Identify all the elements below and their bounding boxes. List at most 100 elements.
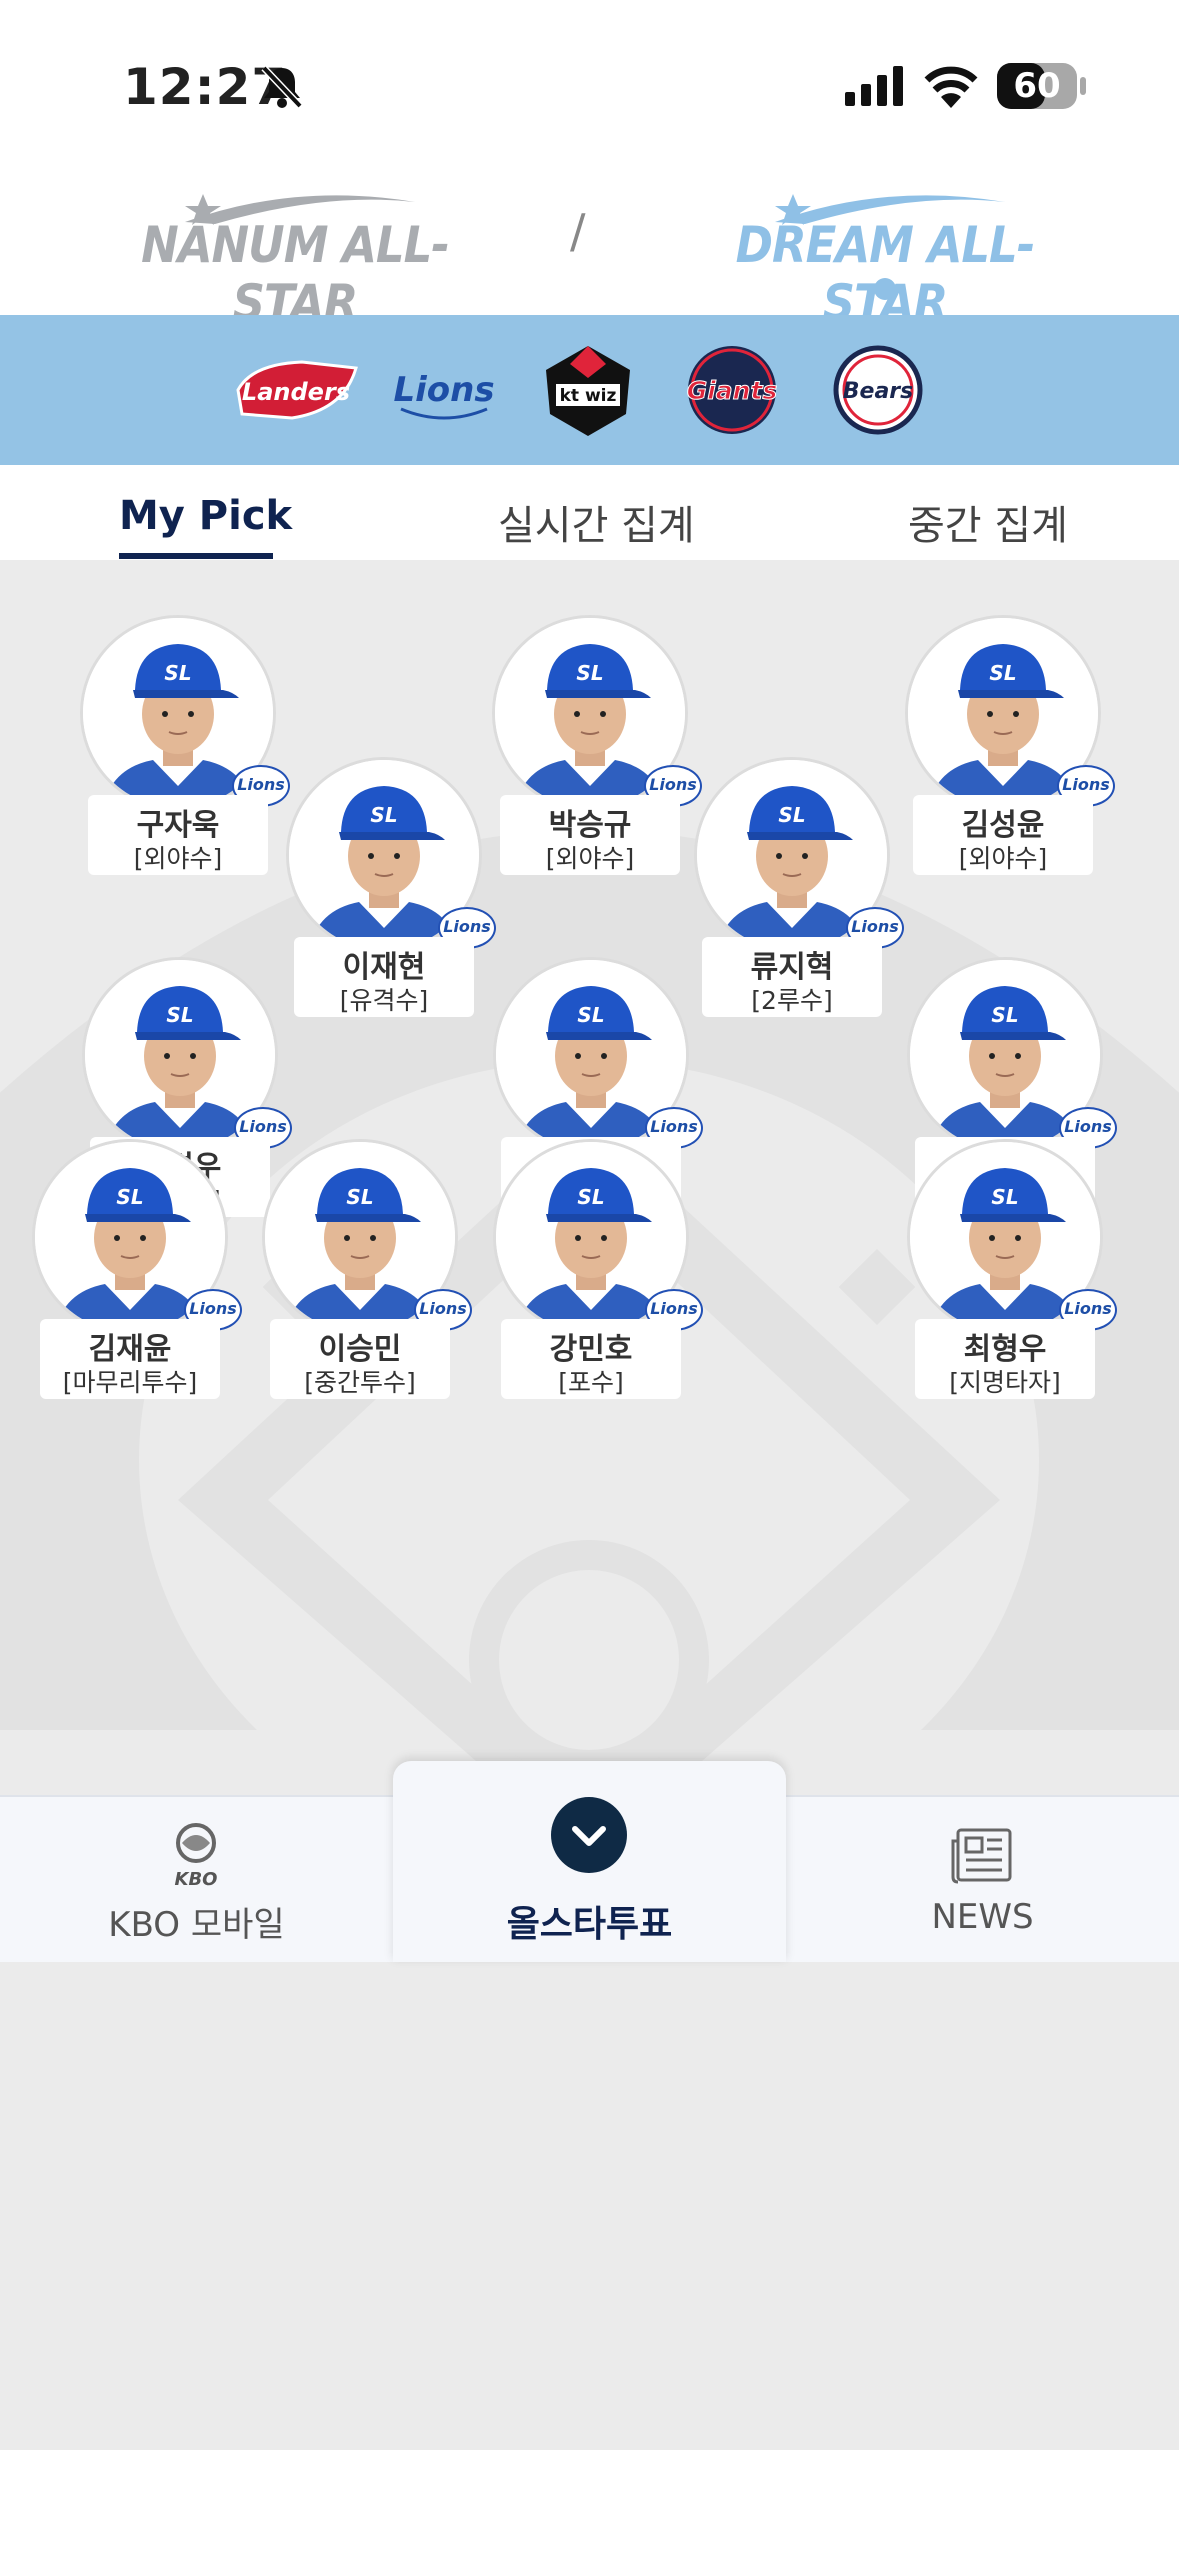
player-position: [포수]	[558, 1368, 624, 1397]
player-position: [2루수]	[751, 986, 833, 1015]
player-card-ss[interactable]: SL Lions 이재현 [유격수]	[286, 757, 496, 1017]
team-logo-text: Lions	[393, 370, 494, 410]
status-bar: 12:27 60	[0, 0, 1179, 170]
player-namecard: 김재윤 [마무리투수]	[40, 1319, 220, 1399]
player-namecard: 박승규 [외야수]	[500, 795, 680, 875]
lions-badge-text: Lions	[1064, 1117, 1112, 1136]
news-icon	[951, 1828, 1012, 1884]
active-tab-indicator	[119, 553, 273, 559]
cap-logo-text: SL	[991, 1185, 1018, 1209]
team-giants-logo[interactable]: Giants	[676, 343, 788, 437]
player-name: 박승규	[548, 808, 632, 843]
league-selector: NANUM ALL-STAR / DREAM ALL-STAR	[0, 170, 1179, 332]
giants-logo: Giants	[686, 346, 778, 434]
team-bears-logo[interactable]: Bears	[830, 343, 926, 437]
wifi-icon	[924, 66, 978, 108]
player-position: [유격수]	[339, 986, 429, 1015]
player-namecard: 김성윤 [외야수]	[913, 795, 1093, 875]
lions-badge-text: Lions	[650, 1117, 698, 1136]
player-namecard: 최형우 [지명타자]	[915, 1319, 1095, 1399]
bell-muted-icon	[261, 65, 303, 109]
lions-badge-text: Lions	[650, 1299, 698, 1318]
nav-kbo-mobile[interactable]: KBO KBO 모바일	[0, 1797, 393, 1962]
player-name: 김재윤	[88, 1332, 172, 1367]
battery-icon: 60	[997, 63, 1077, 109]
lions-badge-text: Lions	[189, 1299, 237, 1318]
tab-my-pick[interactable]: My Pick	[119, 493, 292, 539]
nav-allstar-vote[interactable]: 올스타투표	[393, 1761, 786, 1962]
player-name: 김성윤	[961, 808, 1045, 843]
battery-level: 60	[1013, 66, 1061, 106]
team-logo-bar: Landers Lions kt wiz Giants Bears	[0, 315, 1179, 465]
kbo-logo-text: KBO	[175, 1869, 218, 1890]
cap-logo-text: SL	[346, 1185, 373, 1209]
team-landers-logo[interactable]: Landers	[232, 343, 362, 437]
player-card-2b[interactable]: SL Lions 류지혁 [2루수]	[694, 757, 904, 1017]
player-card-rf[interactable]: SL Lions 김성윤 [외야수]	[905, 615, 1115, 875]
player-name: 류지혁	[750, 950, 834, 985]
player-position: [외야수]	[133, 844, 223, 873]
selected-league-indicator	[874, 278, 896, 300]
team-ktwiz-logo[interactable]: kt wiz	[540, 343, 636, 437]
player-name: 이승민	[318, 1332, 402, 1367]
player-namecard: 이재현 [유격수]	[294, 937, 474, 1017]
nav-news[interactable]: NEWS	[786, 1797, 1179, 1962]
cap-logo-text: SL	[370, 803, 397, 827]
team-logo-text: Giants	[687, 376, 778, 405]
nav-allstar-vote-label: 올스타투표	[506, 1904, 673, 1945]
player-namecard: 류지혁 [2루수]	[702, 937, 882, 1017]
player-position: [외야수]	[958, 844, 1048, 873]
tab-live-count[interactable]: 실시간 집계	[498, 493, 695, 551]
player-card-rp[interactable]: SL Lions 이승민 [중간투수]	[262, 1139, 472, 1399]
cellular-signal-icon	[845, 66, 903, 106]
player-card-cf[interactable]: SL Lions 박승규 [외야수]	[492, 615, 702, 875]
cap-logo-text: SL	[577, 1003, 604, 1027]
bears-logo: Bears	[833, 345, 923, 435]
home-indicator-area	[0, 2450, 1179, 2556]
player-namecard: 이승민 [중간투수]	[270, 1319, 450, 1399]
player-name: 최형우	[963, 1332, 1047, 1367]
cap-logo-text: SL	[778, 803, 805, 827]
landers-logo: Landers	[236, 360, 358, 420]
player-name: 구자욱	[136, 808, 220, 843]
cap-logo-text: SL	[164, 661, 191, 685]
cap-logo-text: SL	[989, 661, 1016, 685]
player-position: [중간투수]	[304, 1368, 416, 1397]
lions-badge-text: Lions	[1064, 1299, 1112, 1318]
lions-badge-text: Lions	[649, 775, 697, 794]
player-position: [외야수]	[545, 844, 635, 873]
lions-badge-text: Lions	[443, 917, 491, 936]
player-card-dh[interactable]: SL Lions 최형우 [지명타자]	[907, 1139, 1117, 1399]
ktwiz-logo: kt wiz	[546, 346, 630, 436]
player-card-cp[interactable]: SL Lions 김재윤 [마무리투수]	[32, 1139, 242, 1399]
team-lions-logo[interactable]: Lions	[387, 343, 501, 437]
lineup-field: SL Lions 구자욱 [외야수] SL Lions 박승규 [외야수] SL Lions 김성윤…	[0, 560, 1179, 1795]
lions-badge-text: Lions	[1062, 775, 1110, 794]
player-namecard: 강민호 [포수]	[501, 1319, 681, 1399]
nav-kbo-mobile-label: KBO 모바일	[108, 1905, 285, 1945]
league-divider: /	[570, 204, 586, 258]
player-namecard: 구자욱 [외야수]	[88, 795, 268, 875]
player-name: 이재현	[342, 950, 426, 985]
player-position: [마무리투수]	[62, 1368, 198, 1397]
nav-news-label: NEWS	[931, 1897, 1034, 1937]
team-logo-text: kt wiz	[560, 386, 617, 406]
chevron-down-icon[interactable]	[551, 1797, 627, 1873]
cap-logo-text: SL	[116, 1185, 143, 1209]
cap-logo-text: SL	[991, 1003, 1018, 1027]
player-card-c[interactable]: SL Lions 강민호 [포수]	[493, 1139, 703, 1399]
kbo-logo-icon: KBO	[175, 1823, 218, 1890]
lions-badge-text: Lions	[851, 917, 899, 936]
lions-badge-text: Lions	[239, 1117, 287, 1136]
player-card-lf[interactable]: SL Lions 구자욱 [외야수]	[80, 615, 290, 875]
cap-logo-text: SL	[166, 1003, 193, 1027]
bottom-navigation: KBO KBO 모바일 올스타투표 NEWS	[0, 1761, 1179, 1962]
tab-bar: My Pick 실시간 집계 중간 집계	[0, 465, 1179, 562]
player-position: [지명타자]	[949, 1368, 1061, 1397]
tab-interim-count[interactable]: 중간 집계	[908, 493, 1068, 551]
player-name: 강민호	[549, 1332, 633, 1367]
nanum-allstar-tab[interactable]: NANUM ALL-STAR	[130, 170, 460, 332]
team-logo-text: Bears	[843, 379, 913, 404]
cap-logo-text: SL	[576, 661, 603, 685]
lions-badge-text: Lions	[419, 1299, 467, 1318]
